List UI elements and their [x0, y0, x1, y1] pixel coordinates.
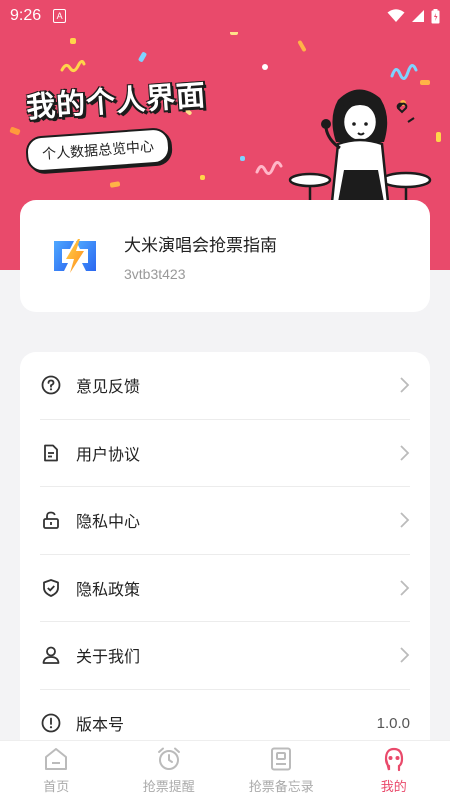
user-icon: [40, 644, 62, 666]
menu-item-privacy-center[interactable]: 隐私中心: [40, 487, 410, 555]
squiggle: [255, 161, 283, 175]
menu-label: 隐私中心: [76, 512, 141, 532]
tab-home[interactable]: 首页: [0, 741, 113, 800]
menu-item-about-us[interactable]: 关于我们: [40, 622, 410, 690]
confetti: [137, 51, 148, 63]
profile-icon: [384, 747, 403, 772]
confetti: [70, 38, 76, 44]
confetti: [109, 181, 121, 188]
app-id: 3vtb3t423: [124, 265, 186, 282]
tab-label: 抢票备忘录: [248, 780, 314, 795]
singer-illustration: [288, 89, 432, 202]
chevron-right-icon: [400, 377, 410, 393]
chevron-right-icon: [400, 580, 410, 596]
menu-label: 用户协议: [76, 444, 141, 464]
tab-label: 我的: [380, 780, 407, 795]
tab-mine[interactable]: 我的: [338, 741, 450, 800]
status-bar: 9:26 A: [0, 0, 450, 32]
menu-item-user-agreement[interactable]: 用户协议: [40, 420, 410, 487]
chevron-right-icon: [400, 445, 410, 461]
version-value: 1.0.0: [376, 714, 410, 732]
menu-item-privacy-policy[interactable]: 隐私政策: [40, 555, 410, 622]
unlock-icon: [40, 509, 62, 531]
wifi-icon: [387, 9, 405, 22]
confetti: [262, 64, 268, 70]
memo-icon: [271, 747, 292, 771]
confetti: [240, 156, 245, 161]
menu-label: 关于我们: [76, 647, 141, 667]
app-logo-icon: [54, 239, 96, 273]
menu-label: 版本号: [76, 715, 125, 735]
help-circle-icon: [40, 374, 62, 396]
settings-menu: 意见反馈 用户协议 隐私中心 隐私政策 关于我们 版本号 1.0.0: [20, 352, 430, 762]
info-icon: [40, 712, 62, 734]
home-icon: [45, 748, 68, 770]
battery-icon: [431, 8, 440, 23]
notification-badge: A: [53, 9, 67, 23]
squiggle: [390, 64, 418, 80]
confetti: [200, 175, 205, 180]
confetti: [297, 39, 307, 53]
menu-label: 意见反馈: [76, 377, 141, 397]
status-time: 9:26: [10, 7, 42, 24]
tab-label: 首页: [43, 780, 70, 795]
menu-label: 隐私政策: [76, 579, 141, 599]
bottom-tab-bar: 首页 抢票提醒 抢票备忘录 我的: [0, 740, 450, 800]
app-info-card: 大米演唱会抢票指南 3vtb3t423: [20, 200, 430, 312]
confetti: [9, 126, 21, 136]
chevron-right-icon: [400, 512, 410, 528]
app-name: 大米演唱会抢票指南: [124, 235, 277, 256]
tab-label: 抢票提醒: [142, 780, 195, 795]
squiggle: [60, 60, 86, 73]
tab-ticket-memo[interactable]: 抢票备忘录: [225, 741, 338, 800]
signal-icon: [412, 10, 424, 22]
menu-item-feedback[interactable]: 意见反馈: [40, 352, 410, 420]
alarm-clock-icon: [157, 747, 180, 770]
document-icon: [40, 442, 62, 464]
shield-check-icon: [40, 577, 62, 599]
chevron-right-icon: [400, 647, 410, 663]
tab-ticket-reminder[interactable]: 抢票提醒: [113, 741, 226, 800]
